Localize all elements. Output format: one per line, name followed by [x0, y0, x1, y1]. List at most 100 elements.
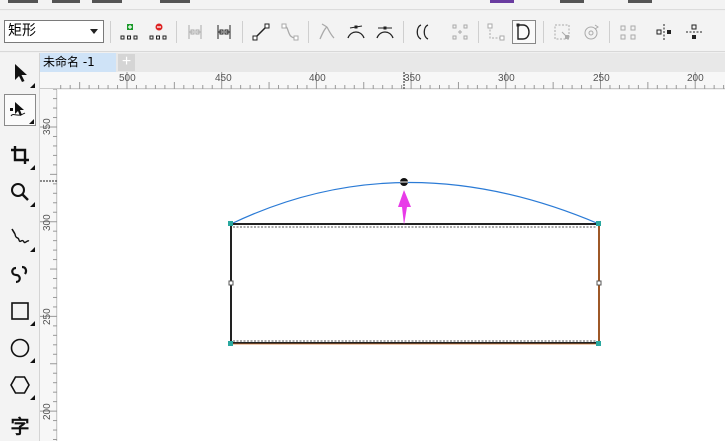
node-handle[interactable] [228, 221, 233, 226]
rotate-nodes-button[interactable] [579, 20, 603, 44]
reflect-vertical-icon [686, 24, 702, 39]
symmetric-node-button[interactable] [373, 20, 397, 44]
chevron-down-icon [90, 29, 98, 34]
reverse-direction-button[interactable] [410, 20, 434, 44]
polygon-tool[interactable] [4, 369, 36, 401]
rectangle-icon [11, 302, 29, 320]
toolbox: 字 [0, 53, 40, 441]
delete-node-button[interactable] [146, 20, 170, 44]
flyout-indicator [29, 119, 34, 124]
ruler-label: 250 [593, 73, 610, 84]
to-line-button[interactable] [249, 20, 273, 44]
pick-tool[interactable] [4, 57, 36, 89]
ruler-label: 300 [42, 214, 53, 231]
break-curve-button[interactable] [212, 20, 236, 44]
ruler-label: 350 [42, 118, 53, 135]
to-curve-button[interactable] [278, 20, 302, 44]
curve-segment[interactable] [230, 181, 600, 225]
stretch-nodes-icon [554, 24, 570, 40]
horizontal-ruler[interactable]: 500 450 400 350 300 250 200 [40, 72, 725, 89]
flyout-indicator [30, 247, 35, 252]
vertical-ruler[interactable]: 350 300 250 200 [40, 89, 57, 441]
join-nodes-button[interactable] [183, 20, 207, 44]
node-handle[interactable] [228, 341, 233, 346]
separator [242, 21, 243, 43]
rectangle-tool[interactable] [4, 295, 36, 327]
separator [543, 21, 544, 43]
rectangle-inner-dash [233, 226, 597, 342]
separator [176, 21, 177, 43]
close-curve-auto-button[interactable] [512, 20, 536, 44]
hexagon-icon [10, 376, 30, 394]
flyout-indicator [30, 202, 35, 207]
object-type-value: 矩形 [8, 23, 36, 39]
add-node-button[interactable] [117, 20, 141, 44]
canvas-artwork [228, 178, 602, 346]
ruler-label: 250 [42, 308, 53, 325]
pointer-icon [15, 64, 27, 82]
smooth-node-button[interactable] [344, 20, 368, 44]
reflect-horizontal-icon [656, 24, 671, 40]
cusp-node-icon [319, 23, 335, 40]
node-handle[interactable] [596, 341, 601, 346]
rotate-nodes-icon [584, 24, 599, 40]
flyout-indicator [30, 358, 35, 363]
align-nodes-button[interactable] [616, 20, 640, 44]
flyout-indicator [30, 83, 35, 88]
separator [308, 21, 309, 43]
align-nodes-icon [620, 25, 636, 40]
freehand-tool[interactable] [4, 221, 36, 253]
add-node-icon [120, 24, 138, 40]
drawing-canvas[interactable] [58, 90, 725, 441]
vertical-ruler-ticks [40, 89, 57, 441]
artistic-media-tool[interactable] [4, 258, 36, 290]
separator [403, 21, 404, 43]
node-handle[interactable] [596, 221, 601, 226]
extract-subpath-button[interactable] [448, 20, 472, 44]
flyout-indicator [30, 321, 35, 326]
ruler-label: 400 [309, 73, 326, 84]
reflect-vertical-button[interactable] [682, 20, 706, 44]
break-curve-icon [217, 25, 231, 39]
ellipse-tool[interactable] [4, 332, 36, 364]
symmetric-node-icon [376, 26, 394, 39]
ruler-label: 200 [687, 73, 704, 84]
ruler-label: 350 [404, 73, 421, 84]
ellipse-icon [10, 338, 30, 358]
tab-document[interactable]: 未命名 -1 [40, 53, 116, 72]
shape-tool-icon [10, 102, 26, 117]
curve-icon [281, 23, 299, 41]
separator [478, 21, 479, 43]
freehand-icon [11, 228, 30, 244]
add-tab-button[interactable]: + [118, 54, 135, 71]
rectangle-shape[interactable] [230, 223, 600, 344]
drag-direction-arrow [398, 190, 411, 225]
stretch-nodes-button[interactable] [550, 20, 574, 44]
node-handle[interactable] [228, 280, 234, 286]
document-tab-bar: 未命名 -1 + [40, 53, 725, 72]
menu-strip-clipped [0, 0, 725, 10]
text-tool[interactable]: 字 [4, 409, 36, 441]
crop-icon [11, 146, 29, 164]
zoom-tool[interactable] [4, 176, 36, 208]
ruler-label: 300 [498, 73, 515, 84]
node-handle[interactable] [596, 280, 602, 286]
object-type-select[interactable]: 矩形 [4, 20, 104, 43]
reflect-horizontal-button[interactable] [652, 20, 676, 44]
flyout-indicator [30, 395, 35, 400]
shape-tool[interactable] [4, 94, 36, 126]
close-curve-icon [487, 23, 505, 41]
ruler-label: 450 [215, 73, 232, 84]
reverse-direction-icon [416, 24, 429, 40]
close-curve-button[interactable] [484, 20, 508, 44]
ruler-label: 500 [119, 73, 136, 84]
delete-node-icon [149, 23, 167, 40]
separator [110, 21, 111, 43]
smooth-node-icon [347, 25, 365, 39]
tab-document-title: 未命名 -1 [43, 55, 95, 69]
magnifier-icon [11, 183, 29, 201]
join-nodes-icon [188, 25, 202, 39]
cusp-node-button[interactable] [315, 20, 339, 44]
text-tool-glyph: 字 [10, 415, 30, 438]
crop-tool[interactable] [4, 139, 36, 171]
